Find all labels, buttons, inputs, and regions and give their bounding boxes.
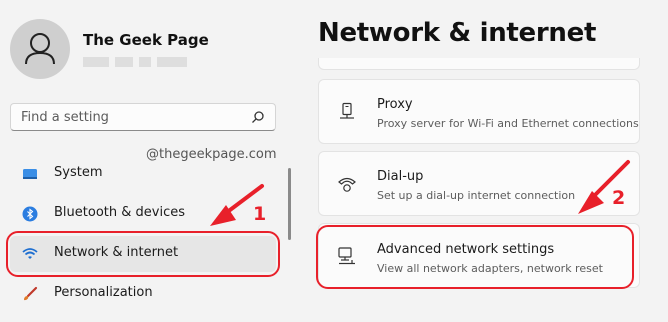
annotation-arrows — [210, 160, 630, 226]
step-number-2: 2 — [612, 187, 626, 209]
step-number-1: 1 — [253, 203, 267, 225]
